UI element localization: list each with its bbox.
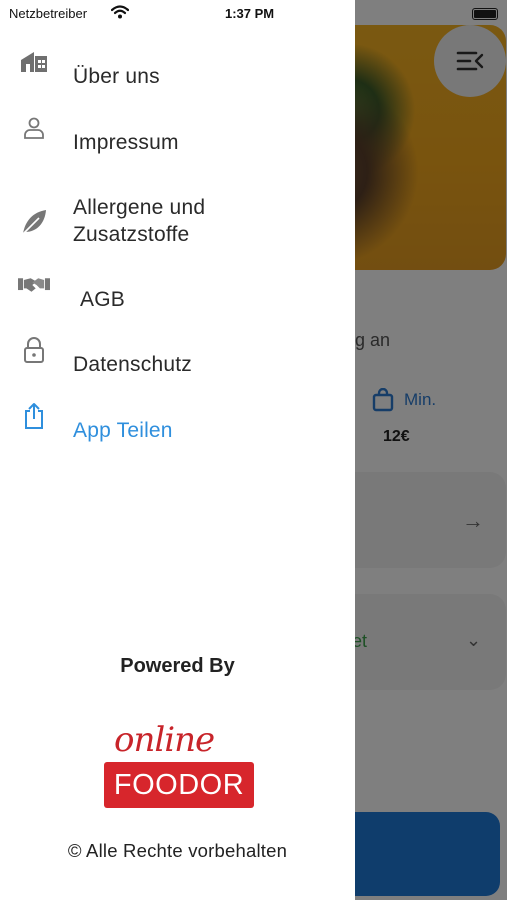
carrier-name: Netzbetreiber — [9, 6, 88, 21]
copyright-text: © Alle Rechte vorbehalten — [67, 840, 288, 861]
menu-item-label: AGB — [80, 288, 125, 311]
online-foodor-logo[interactable]: online FOODOR — [104, 720, 254, 810]
menu-item-label-line1: Allergene und — [73, 196, 206, 219]
menu-item-label-line2: Zusatzstoffe — [73, 223, 190, 246]
leaf-icon — [18, 206, 50, 238]
battery-icon — [472, 8, 498, 20]
logo-script-text: online — [114, 720, 215, 760]
menu-item-label: Datenschutz — [73, 353, 192, 376]
menu-item-label: Über uns — [73, 65, 160, 88]
status-bar: Netzbetreiber 1:37 PM — [0, 0, 355, 28]
status-time: 1:37 PM — [225, 6, 275, 21]
handshake-icon — [18, 269, 50, 301]
store-icon — [18, 46, 50, 78]
powered-by-label: Powered By — [120, 655, 235, 677]
logo-box-text: FOODOR — [104, 762, 254, 808]
side-drawer: Netzbetreiber 1:37 PM Über uns Impressum… — [0, 0, 355, 900]
person-icon — [18, 112, 50, 144]
lock-icon — [18, 334, 50, 366]
menu-item-label: App Teilen — [73, 419, 173, 442]
menu-item-label: Impressum — [73, 131, 179, 154]
share-icon — [18, 400, 50, 432]
wifi-icon — [111, 5, 129, 19]
